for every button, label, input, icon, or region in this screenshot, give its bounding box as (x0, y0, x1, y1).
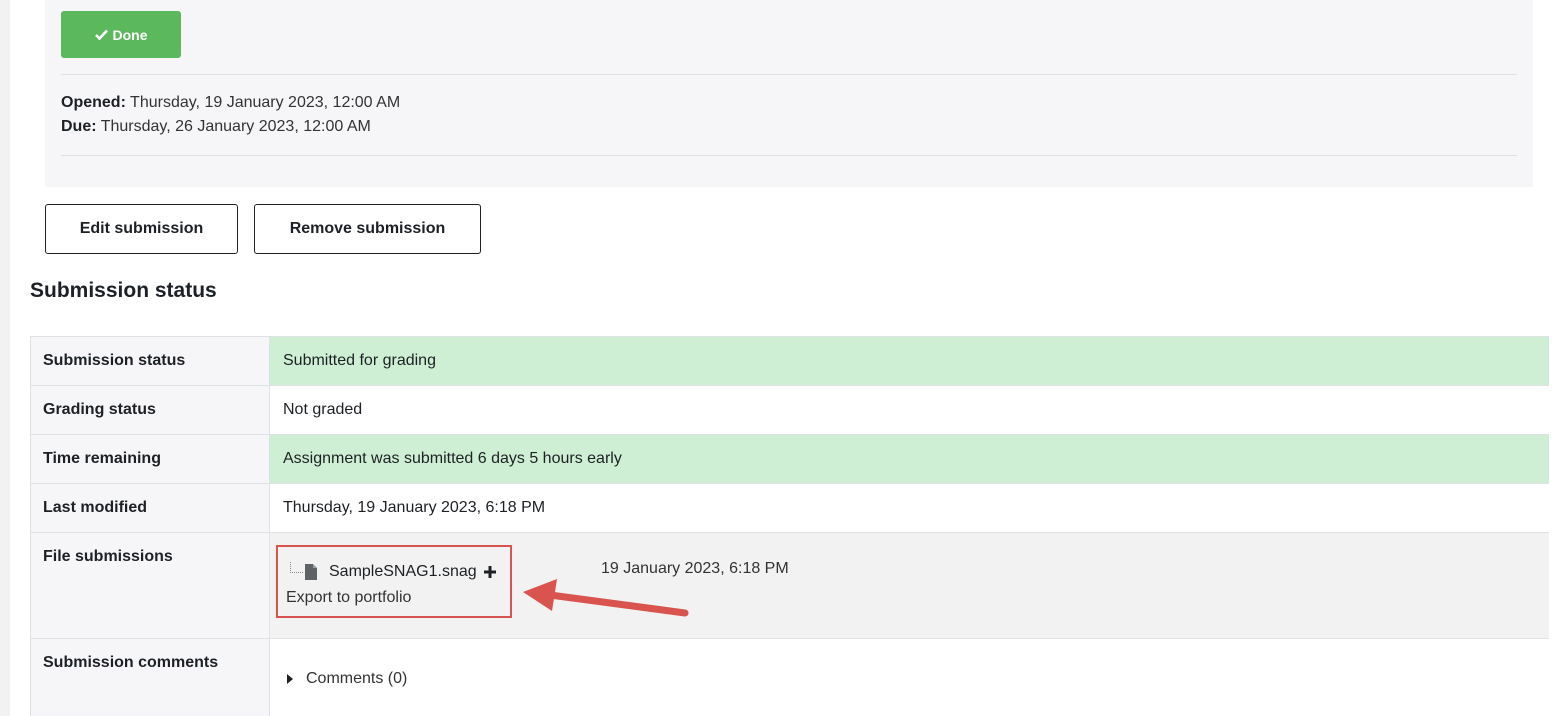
table-row: File submissions SampleSNAG1.snag Export… (30, 532, 1549, 638)
edit-submission-button[interactable]: Edit submission (45, 204, 238, 254)
left-sidebar-edge (0, 0, 10, 716)
submission-status-value: Submitted for grading (270, 337, 1549, 385)
plus-icon[interactable] (483, 566, 496, 578)
row-label: Last modified (30, 484, 270, 532)
right-edge (1549, 0, 1561, 716)
row-label: Grading status (30, 386, 270, 434)
activity-info-card: Done Opened: Thursday, 19 January 2023, … (45, 0, 1533, 187)
row-label: Submission status (30, 337, 270, 385)
checkmark-icon (94, 29, 108, 40)
file-highlight-box: SampleSNAG1.snag Export to portfolio (276, 545, 512, 618)
red-arrow-annotation (523, 579, 689, 617)
opened-date: Opened: Thursday, 19 January 2023, 12:00… (61, 94, 401, 111)
comments-toggle[interactable]: Comments (0) (270, 639, 1549, 688)
tree-connector (290, 561, 303, 573)
export-to-portfolio-link[interactable]: Export to portfolio (286, 589, 411, 607)
divider (61, 74, 1517, 75)
activity-dates: Opened: Thursday, 19 January 2023, 12:00… (61, 91, 400, 139)
table-row: Grading status Not graded (30, 385, 1549, 434)
row-label: Submission comments (30, 639, 270, 716)
file-icon (305, 564, 317, 580)
table-row: Time remaining Assignment was submitted … (30, 434, 1549, 483)
table-row: Submission comments Comments (0) (30, 638, 1549, 716)
done-button[interactable]: Done (61, 11, 181, 58)
remove-submission-button[interactable]: Remove submission (254, 204, 481, 254)
comments-label: Comments (0) (306, 670, 408, 687)
table-row: Submission status Submitted for grading (30, 336, 1549, 385)
table-row: Last modified Thursday, 19 January 2023,… (30, 483, 1549, 532)
last-modified-value: Thursday, 19 January 2023, 6:18 PM (283, 499, 546, 516)
assignment-page: Done Opened: Thursday, 19 January 2023, … (0, 0, 1561, 716)
due-date: Due: Thursday, 26 January 2023, 12:00 AM (61, 118, 371, 135)
done-label: Done (112, 26, 148, 43)
row-label: File submissions (30, 533, 270, 638)
grading-status-value: Not graded (283, 401, 363, 418)
caret-right-icon (287, 674, 293, 684)
row-label: Time remaining (30, 435, 270, 483)
file-name-link[interactable]: SampleSNAG1.snag (329, 563, 477, 581)
file-entry: SampleSNAG1.snag (290, 561, 496, 581)
time-remaining-value: Assignment was submitted 6 days 5 hours … (270, 435, 1549, 483)
divider (61, 155, 1517, 156)
section-title: Submission status (30, 279, 217, 302)
